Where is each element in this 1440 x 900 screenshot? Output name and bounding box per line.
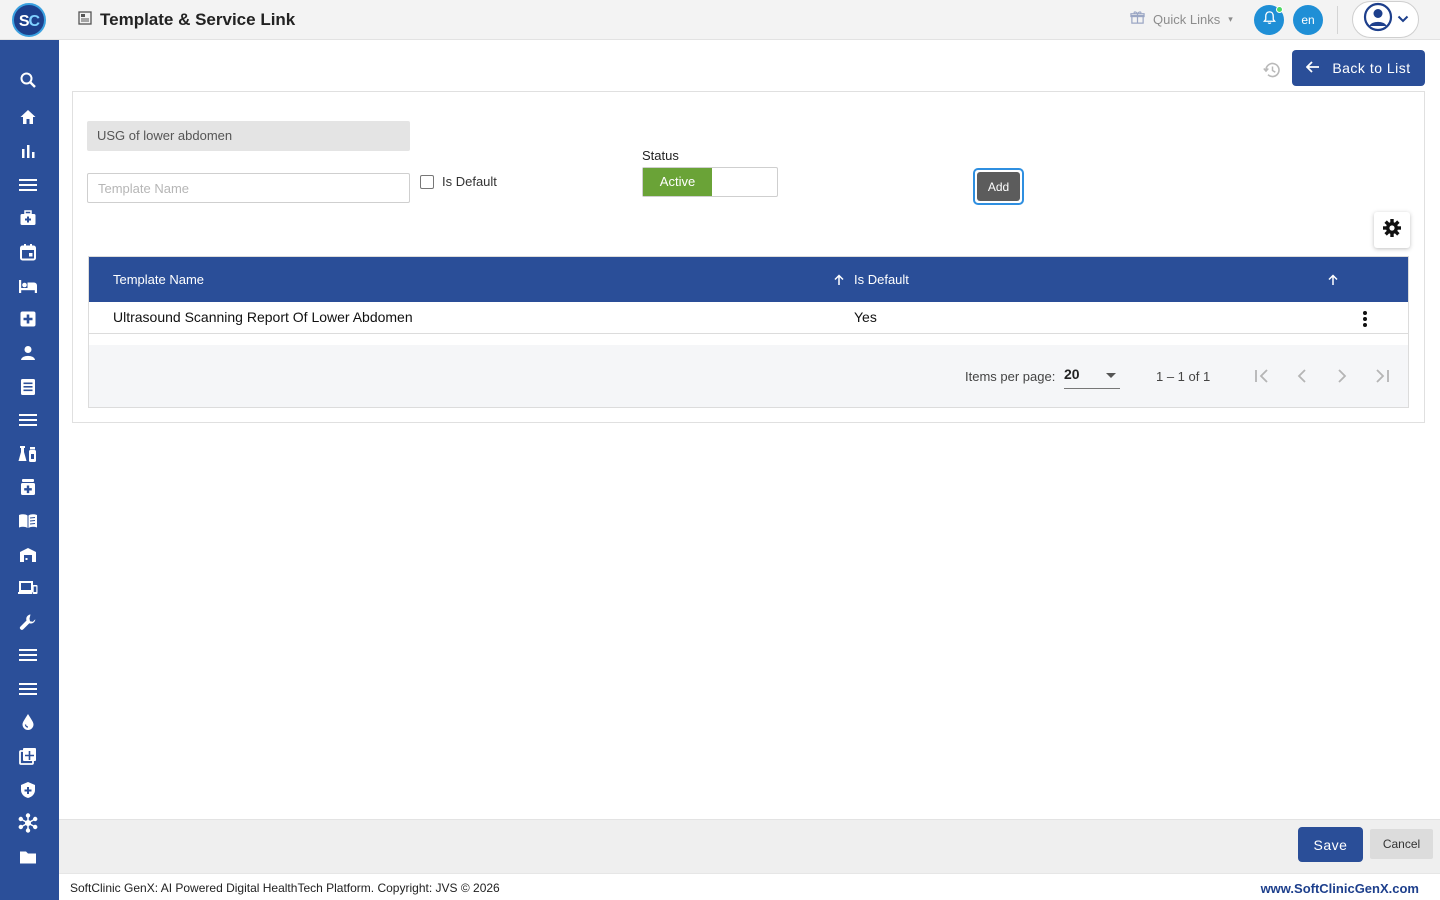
search-icon[interactable] [16, 68, 40, 92]
gear-icon [1382, 218, 1402, 243]
status-active-option[interactable]: Active [643, 168, 712, 196]
header-divider [1337, 6, 1338, 34]
status-inactive-option[interactable] [712, 168, 777, 196]
bed-icon[interactable] [16, 274, 40, 298]
cancel-button[interactable]: Cancel [1370, 829, 1433, 859]
pharmacy-icon[interactable] [16, 475, 40, 499]
more-vert-icon[interactable] [1355, 309, 1375, 329]
table-settings-button[interactable] [1374, 212, 1410, 248]
warehouse-icon[interactable] [16, 543, 40, 567]
logo-letter-c: C [28, 13, 41, 30]
is-default-label: Is Default [442, 174, 497, 189]
template-name-input[interactable] [87, 173, 410, 203]
page-title: Template & Service Link [100, 10, 296, 29]
items-per-page-select[interactable]: 20 [1064, 363, 1120, 389]
top-bar: SC Template & Service Link Quick Links ▾… [0, 0, 1440, 40]
account-circle-icon [1363, 2, 1393, 37]
blood-drop-icon[interactable] [16, 710, 40, 734]
bell-icon [1262, 10, 1277, 30]
book-icon[interactable] [16, 509, 40, 533]
previous-page-icon[interactable] [1291, 365, 1313, 387]
sort-arrow-up-icon[interactable] [1328, 274, 1338, 289]
arrow-back-icon [1306, 60, 1320, 76]
folder-icon[interactable] [16, 845, 40, 869]
menu-icon[interactable] [16, 677, 40, 701]
action-bar [59, 819, 1440, 873]
chevron-down-icon: ▾ [1228, 13, 1233, 24]
profile-menu-button[interactable] [1352, 1, 1419, 38]
bar-chart-icon[interactable] [16, 139, 40, 163]
table-header: Template Name Is Default [89, 257, 1408, 302]
service-name-field: USG of lower abdomen [87, 121, 410, 151]
back-to-list-button[interactable]: Back to List [1292, 50, 1425, 86]
template-page-icon [78, 10, 92, 30]
next-page-icon[interactable] [1331, 365, 1353, 387]
template-table: Template Name Is Default Ultrasound Scan… [88, 256, 1409, 408]
medical-plus-icon[interactable] [16, 307, 40, 331]
notifications-button[interactable] [1254, 5, 1284, 35]
sidebar [0, 40, 59, 900]
is-default-checkbox[interactable] [420, 174, 434, 189]
save-button[interactable]: Save [1298, 827, 1363, 862]
shield-icon[interactable] [16, 778, 40, 802]
add-box-icon[interactable] [16, 744, 40, 768]
app-logo[interactable]: SC [12, 3, 46, 37]
footer-website-link[interactable]: www.SoftClinicGenX.com [1261, 881, 1419, 896]
page-title-group: Template & Service Link [78, 10, 295, 30]
chevron-down-icon [1397, 11, 1409, 29]
notification-dot [1276, 6, 1283, 13]
footer-copyright: SoftClinic GenX: AI Powered Digital Heal… [70, 881, 500, 895]
home-icon[interactable] [16, 105, 40, 129]
calendar-icon[interactable] [16, 240, 40, 264]
add-button-label: Add [977, 172, 1020, 201]
last-page-icon[interactable] [1371, 365, 1393, 387]
menu-icon[interactable] [16, 408, 40, 432]
column-header-template-name[interactable]: Template Name [113, 272, 204, 287]
menu-icon[interactable] [16, 643, 40, 667]
column-header-is-default[interactable]: Is Default [854, 272, 909, 287]
footer: SoftClinic GenX: AI Powered Digital Heal… [59, 873, 1440, 900]
medical-bag-icon[interactable] [16, 206, 40, 230]
person-icon[interactable] [16, 341, 40, 365]
menu-icon[interactable] [16, 173, 40, 197]
page-range-label: 1 – 1 of 1 [1156, 369, 1211, 384]
logo-letter-s: S [18, 13, 30, 30]
is-default-checkbox-group[interactable]: Is Default [420, 174, 497, 189]
table-row[interactable]: Ultrasound Scanning Report Of Lower Abdo… [89, 302, 1408, 334]
cell-template-name: Ultrasound Scanning Report Of Lower Abdo… [113, 309, 413, 325]
items-per-page-label: Items per page: [965, 369, 1056, 384]
wrench-icon[interactable] [16, 610, 40, 634]
quick-links-menu[interactable]: Quick Links ▾ [1130, 10, 1233, 28]
cell-is-default: Yes [854, 309, 877, 325]
document-list-icon[interactable] [16, 375, 40, 399]
caret-down-icon [1106, 373, 1116, 378]
quick-links-label: Quick Links [1153, 11, 1221, 27]
devices-icon[interactable] [16, 576, 40, 600]
status-toggle[interactable]: Active [642, 167, 778, 197]
language-button[interactable]: en [1293, 5, 1323, 35]
gift-icon [1130, 10, 1145, 28]
status-label: Status [642, 148, 679, 163]
first-page-icon[interactable] [1251, 365, 1273, 387]
hub-icon[interactable] [16, 811, 40, 835]
back-to-list-label: Back to List [1332, 60, 1411, 76]
items-per-page-value: 20 [1064, 366, 1080, 382]
sort-arrow-up-icon[interactable] [834, 274, 844, 289]
add-button[interactable]: Add [973, 168, 1024, 205]
lab-icon[interactable] [16, 442, 40, 466]
history-icon[interactable] [1262, 60, 1282, 80]
paginator: Items per page: 20 1 – 1 of 1 [89, 345, 1408, 407]
